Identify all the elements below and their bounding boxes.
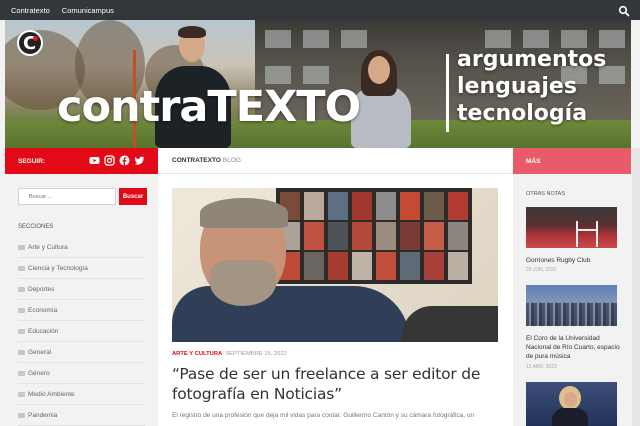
folder-icon	[18, 349, 25, 355]
search-icon[interactable]	[618, 4, 630, 17]
folder-icon	[18, 244, 25, 250]
note-title-rugby[interactable]: Gorriones Rugby Club	[526, 256, 622, 265]
folder-icon	[18, 265, 25, 271]
category-label: Arte y Cultura	[28, 243, 68, 251]
sidebar-search: Buscar	[18, 188, 158, 205]
note-thumbnail-third[interactable]	[526, 382, 617, 426]
category-label: Deportes	[28, 285, 55, 293]
post-date: SEPTIEMBRE 15, 2022	[225, 351, 287, 357]
more-bar: MÁS	[513, 148, 631, 174]
follow-label: SEGUIR:	[18, 157, 46, 165]
folder-icon	[18, 412, 25, 418]
category-label: Ciencia y Tecnología	[28, 264, 88, 272]
category-item-medio-ambiente[interactable]: Medio Ambiente	[18, 384, 145, 405]
category-label: Pandemia	[28, 411, 58, 419]
tagline-lenguajes: lenguajes	[457, 74, 577, 99]
top-navigation-bar: Contratexto Comunicampus	[0, 0, 640, 20]
instagram-icon[interactable]	[104, 155, 115, 166]
follow-bar: SEGUIR:	[5, 148, 158, 174]
folder-icon	[18, 328, 25, 334]
header-banner[interactable]: C contraTEXTO argumentos lenguajes tecno…	[5, 20, 631, 148]
category-label: Género	[28, 369, 50, 377]
banner-wordmark: contraTEXTO	[57, 86, 361, 129]
category-item-educacion[interactable]: Educación	[18, 321, 145, 342]
post-category[interactable]: ARTE Y CULTURA	[172, 351, 222, 357]
category-label: General	[28, 348, 52, 356]
banner-divider	[446, 54, 449, 132]
nav-link-contratexto[interactable]: Contratexto	[11, 6, 50, 15]
left-sidebar: SEGUIR: Buscar SECCIONES Arte y Cultura …	[5, 148, 158, 426]
wordmark-right: TEXTO	[207, 82, 361, 132]
search-button[interactable]: Buscar	[119, 188, 147, 205]
breadcrumb-site[interactable]: CONTRATEXTO	[172, 157, 221, 164]
tagline-tecnologia: tecnología	[457, 101, 588, 126]
category-item-pandemia[interactable]: Pandemia	[18, 405, 145, 426]
note-thumbnail-rugby[interactable]	[526, 207, 617, 248]
youtube-icon[interactable]	[89, 155, 100, 166]
note-title-coro[interactable]: El Coro de la Universidad Nacional de Rí…	[526, 334, 622, 361]
page-scrollbar[interactable]	[632, 148, 640, 426]
note-date-coro: 12 ABR, 2022	[526, 364, 557, 370]
banner-tagline: argumentos lenguajes tecnología	[457, 46, 606, 127]
social-icons	[89, 155, 145, 166]
category-item-genero[interactable]: Género	[18, 363, 145, 384]
wordmark-left: contra	[57, 82, 208, 132]
sections-title: SECCIONES	[18, 224, 54, 230]
breadcrumb: CONTRATEXTO BLOG	[158, 148, 513, 174]
category-label: Educación	[28, 327, 59, 335]
folder-icon	[18, 370, 25, 376]
category-item-arte-y-cultura[interactable]: Arte y Cultura	[18, 237, 145, 258]
nav-link-comunicampus[interactable]: Comunicampus	[62, 6, 114, 15]
post-excerpt: El registro de una profesión que deja mi…	[172, 412, 475, 419]
folder-icon	[18, 286, 25, 292]
breadcrumb-blog: BLOG	[222, 157, 241, 164]
post-featured-image[interactable]	[172, 188, 498, 342]
search-input[interactable]	[18, 188, 116, 205]
tagline-argumentos: argumentos	[457, 47, 607, 72]
folder-icon	[18, 391, 25, 397]
folder-icon	[18, 307, 25, 313]
contratexto-logo[interactable]: C	[17, 30, 43, 56]
right-sidebar: MÁS OTRAS NOTAS Gorriones Rugby Club 28 …	[513, 148, 631, 426]
main-content: CONTRATEXTO BLOG ARTE Y CULTURA SEPTIEMB…	[158, 148, 513, 426]
post-title[interactable]: “Pase de ser un freelance a ser editor d…	[172, 364, 498, 404]
category-item-general[interactable]: General	[18, 342, 145, 363]
category-item-deportes[interactable]: Deportes	[18, 279, 145, 300]
category-list: Arte y Cultura Ciencia y Tecnología Depo…	[18, 237, 145, 426]
category-item-ciencia-y-tecnologia[interactable]: Ciencia y Tecnología	[18, 258, 145, 279]
note-thumbnail-coro[interactable]	[526, 285, 617, 326]
category-label: Medio Ambiente	[28, 390, 75, 398]
post-meta: ARTE Y CULTURA SEPTIEMBRE 15, 2022	[172, 351, 287, 357]
facebook-icon[interactable]	[119, 155, 130, 166]
note-date-rugby: 28 JUN, 2022	[526, 267, 557, 273]
twitter-icon[interactable]	[134, 155, 145, 166]
other-notes-title: OTRAS NOTAS	[526, 191, 566, 197]
category-item-economia[interactable]: Economía	[18, 300, 145, 321]
magazine-wall	[276, 188, 472, 284]
category-label: Economía	[28, 306, 58, 314]
woman-head	[368, 56, 390, 84]
